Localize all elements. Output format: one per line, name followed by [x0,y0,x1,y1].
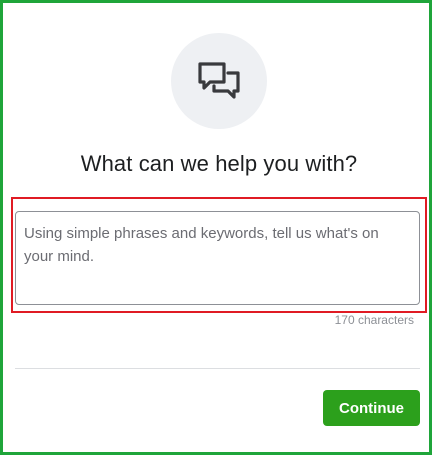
divider [15,368,420,369]
dialog-title: What can we help you with? [80,151,358,176]
continue-button[interactable]: Continue [323,390,420,426]
chat-icon-badge [171,33,267,129]
chat-bubbles-icon [198,62,240,99]
help-dialog: What can we help you with? 170 character… [0,0,432,455]
help-query-input[interactable] [15,211,420,305]
character-count: 170 characters [334,313,414,327]
